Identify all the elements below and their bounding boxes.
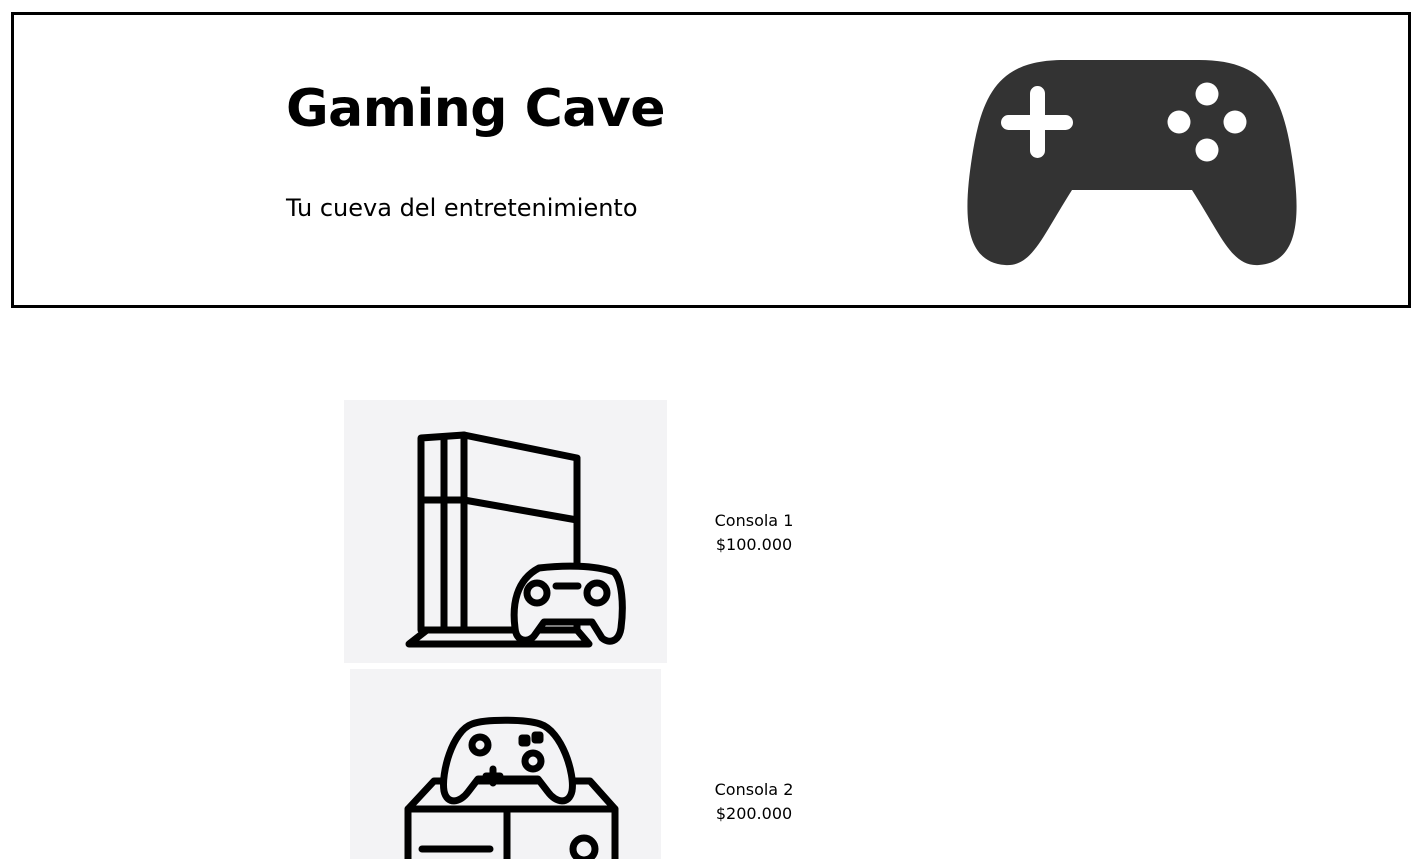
product-price: $200.000 (715, 804, 793, 823)
gamepad-icon (967, 60, 1297, 266)
product-name: Consola 1 (714, 511, 794, 530)
product-image[interactable] (350, 669, 661, 859)
product-name: Consola 2 (714, 780, 794, 799)
site-header: Gaming Cave Tu cueva del entretenimiento (11, 12, 1411, 308)
site-tagline: Tu cueva del entretenimiento (286, 194, 638, 222)
product-price: $100.000 (715, 535, 793, 554)
console-box-with-controller-icon (404, 716, 619, 859)
product-image[interactable] (344, 400, 667, 663)
console-tower-with-controller-icon (405, 431, 626, 648)
product-info: Consola 1 $100.000 (694, 509, 814, 557)
product-info: Consola 2 $200.000 (694, 778, 814, 826)
site-title: Gaming Cave (286, 79, 666, 139)
